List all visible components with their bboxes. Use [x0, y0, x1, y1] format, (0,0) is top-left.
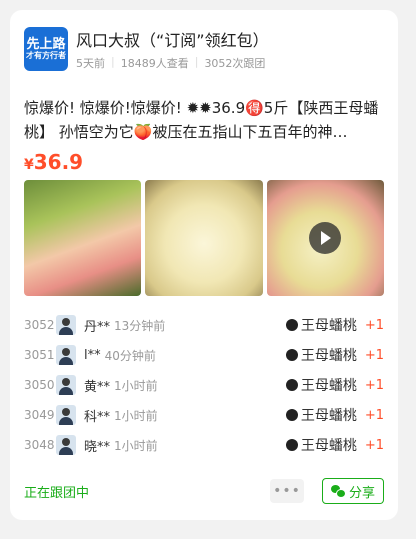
photo-gallery — [24, 180, 384, 296]
product-video-thumbnail[interactable] — [266, 180, 384, 296]
order-row: 3051 l** 40分钟前 王母蟠桃 +1 — [24, 340, 384, 370]
order-time: 1小时前 — [114, 438, 158, 453]
user-name: l** — [84, 347, 101, 363]
play-icon[interactable] — [308, 222, 341, 254]
product-photo-peaches-in-hand[interactable] — [24, 180, 142, 296]
peach-icon — [285, 349, 298, 361]
order-quantity: +1 — [364, 317, 384, 333]
order-number: 3051 — [24, 348, 55, 362]
product-name: 王母蟠桃 — [300, 348, 357, 364]
stats-divider: | — [111, 55, 115, 68]
order-number: 3048 — [24, 438, 55, 452]
follow-count: 3052次跟团 — [204, 57, 266, 70]
order-time: 1小时前 — [114, 378, 158, 393]
order-list: 3052 丹** 13分钟前 王母蟠桃 +1 3051 l** 40分钟前 王母… — [24, 310, 384, 460]
product-name: 王母蟠桃 — [300, 408, 357, 424]
share-label: 分享 — [348, 485, 375, 501]
order-time: 13分钟前 — [114, 318, 166, 333]
user-name: 科** — [84, 409, 111, 425]
user-avatar — [56, 345, 76, 365]
order-quantity: +1 — [364, 347, 384, 363]
post-headline[interactable]: 惊爆价! 惊爆价!惊爆价! ✹✹36.9🉐5斤【陕西王母蟠桃】 孙悟空为它🍑被压… — [24, 96, 384, 144]
user-name: 黄** — [84, 379, 111, 395]
order-time: 1小时前 — [114, 408, 158, 423]
order-time: 40分钟前 — [104, 348, 156, 363]
peach-icon — [285, 379, 298, 391]
order-number: 3052 — [24, 318, 55, 332]
order-row: 3052 丹** 13分钟前 王母蟠桃 +1 — [24, 310, 384, 340]
price-value: 36.9 — [33, 150, 84, 174]
order-quantity: +1 — [364, 437, 384, 453]
user-avatar — [56, 375, 76, 395]
view-count: 18489人查看 — [120, 57, 189, 70]
following-status: 正在跟团中 — [24, 485, 90, 501]
user-name: 丹** — [84, 319, 111, 335]
group-title[interactable]: 风口大叔（“订阅”领红包） — [76, 27, 269, 51]
product-name: 王母蟠桃 — [300, 438, 357, 454]
user-avatar — [56, 405, 76, 425]
order-row: 3048 晓** 1小时前 王母蟠桃 +1 — [24, 430, 384, 460]
order-number: 3050 — [24, 378, 55, 392]
order-quantity: +1 — [364, 377, 384, 393]
peach-icon — [285, 319, 298, 331]
group-stats: 5天前 | 18489人查看 | 3052次跟团 — [76, 55, 269, 71]
product-name: 王母蟠桃 — [300, 378, 357, 394]
currency-symbol: ¥ — [24, 157, 34, 173]
group-card[interactable]: 先上路 才有方行者 风口大叔（“订阅”领红包） 5天前 | 18489人查看 |… — [10, 10, 398, 520]
post-price: ¥36.9 — [24, 150, 384, 174]
posted-time: 5天前 — [76, 57, 105, 70]
user-avatar — [56, 435, 76, 455]
peach-icon — [285, 439, 298, 451]
wechat-icon — [330, 485, 346, 498]
order-number: 3049 — [24, 408, 55, 422]
group-header: 先上路 才有方行者 风口大叔（“订阅”领红包） 5天前 | 18489人查看 |… — [24, 24, 384, 74]
logo-text-line2: 才有方行者 — [26, 50, 66, 60]
card-footer: 正在跟团中 ••• 分享 — [24, 478, 384, 504]
product-photo-peach-flesh[interactable] — [145, 180, 263, 296]
order-row: 3050 黄** 1小时前 王母蟠桃 +1 — [24, 370, 384, 400]
group-logo[interactable]: 先上路 才有方行者 — [24, 27, 68, 71]
logo-text-line1: 先上路 — [26, 36, 66, 52]
group-meta: 风口大叔（“订阅”领红包） 5天前 | 18489人查看 | 3052次跟团 — [76, 27, 269, 71]
share-button[interactable]: 分享 — [321, 478, 384, 504]
user-avatar — [56, 315, 76, 335]
peach-icon — [285, 409, 298, 421]
stats-divider: | — [194, 55, 199, 68]
order-quantity: +1 — [364, 407, 384, 423]
product-name: 王母蟠桃 — [300, 318, 357, 334]
order-row: 3049 科** 1小时前 王母蟠桃 +1 — [24, 400, 384, 430]
more-button[interactable]: ••• — [269, 479, 304, 503]
user-name: 晓** — [84, 439, 111, 455]
